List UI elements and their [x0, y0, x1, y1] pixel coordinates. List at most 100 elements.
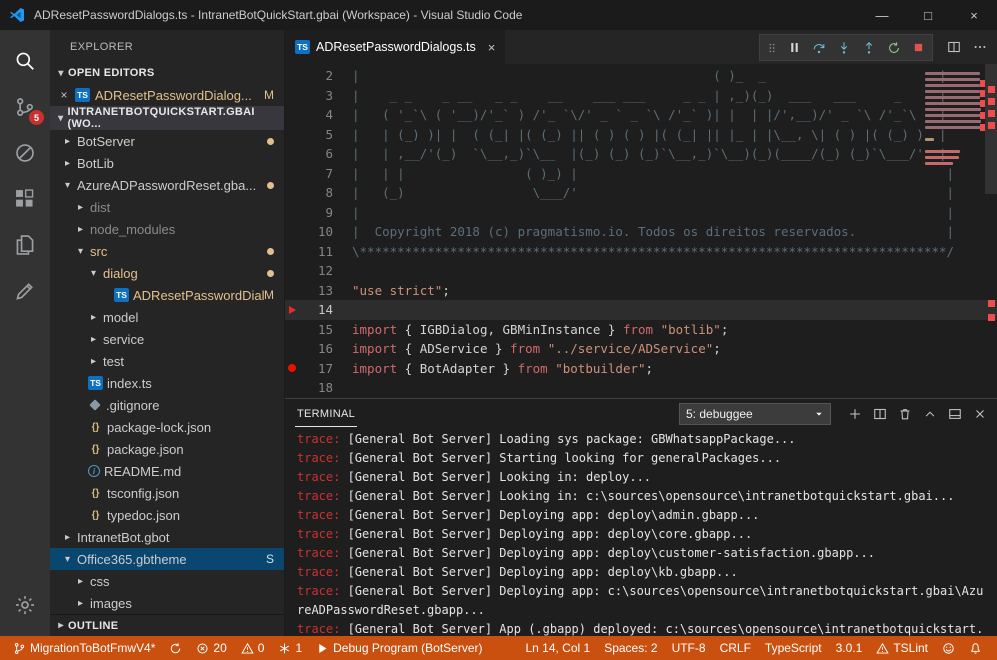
status-errors[interactable]: 20	[189, 636, 233, 660]
tree-item[interactable]: ▸images	[50, 592, 284, 614]
new-terminal-icon[interactable]	[848, 407, 862, 421]
stop-button[interactable]	[912, 41, 925, 54]
tree-item[interactable]: {}package.json	[50, 438, 284, 460]
status-sync[interactable]	[162, 636, 189, 660]
pause-button[interactable]	[788, 41, 801, 54]
gutter-margin[interactable]	[285, 86, 301, 106]
status-warnings[interactable]: 0	[234, 636, 272, 660]
gutter-margin[interactable]	[285, 320, 301, 340]
code-line[interactable]: 18	[285, 378, 997, 398]
tree-item[interactable]: iREADME.md	[50, 460, 284, 482]
gutter-margin[interactable]	[285, 203, 301, 223]
gutter-margin[interactable]	[285, 144, 301, 164]
split-terminal-icon[interactable]	[873, 407, 887, 421]
code-line[interactable]: 17import { BotAdapter } from "botbuilder…	[285, 359, 997, 379]
gutter-margin[interactable]	[285, 261, 301, 281]
restart-button[interactable]	[887, 41, 901, 55]
status-feedback[interactable]	[935, 636, 962, 660]
status-language-mode[interactable]: TypeScript	[758, 636, 829, 660]
minimize-button[interactable]: —	[859, 0, 905, 30]
gutter-margin[interactable]	[285, 281, 301, 301]
tree-item[interactable]: ▸dist	[50, 196, 284, 218]
code-line[interactable]: 15import { IGBDialog, GBMinInstance } fr…	[285, 320, 997, 340]
tree-item[interactable]: ▸model	[50, 306, 284, 328]
status-debug-program[interactable]: Debug Program (BotServer)	[309, 636, 489, 660]
tree-item[interactable]: ▾src	[50, 240, 284, 262]
code-line[interactable]: 2| ( )_ _ |	[285, 66, 997, 86]
breakpoint-marker[interactable]	[285, 359, 301, 379]
toggle-panel-icon[interactable]	[948, 407, 962, 421]
step-into-button[interactable]	[837, 41, 851, 55]
status-notifications[interactable]	[962, 636, 989, 660]
tab-adresetpassworddialogs[interactable]: TS ADResetPasswordDialogs.ts ×	[285, 30, 506, 64]
gutter-margin[interactable]	[285, 66, 301, 86]
current-statement-marker[interactable]	[285, 300, 301, 320]
settings-button[interactable]	[0, 582, 50, 628]
open-editors-header[interactable]: ▾ OPEN EDITORS	[50, 62, 284, 84]
code-line[interactable]: 14	[285, 300, 997, 320]
activity-item-search[interactable]	[0, 38, 50, 84]
gutter-margin[interactable]	[285, 105, 301, 125]
tree-item[interactable]: {}package-lock.json	[50, 416, 284, 438]
close-tab-icon[interactable]: ×	[488, 40, 496, 55]
code-line[interactable]: 7| | | ( )_) | |	[285, 164, 997, 184]
tree-item[interactable]: TSADResetPasswordDial...M	[50, 284, 284, 306]
outline-header[interactable]: ▸ OUTLINE	[50, 614, 284, 636]
code-line[interactable]: 9| |	[285, 203, 997, 223]
step-over-button[interactable]	[812, 41, 826, 55]
status-git-branch[interactable]: MigrationToBotFmwV4*	[6, 636, 162, 660]
workspace-header[interactable]: ▾ INTRANETBOTQUICKSTART.GBAI (WO...	[50, 106, 284, 130]
tree-item[interactable]: ▸service	[50, 328, 284, 350]
activity-item-extensions[interactable]	[0, 176, 50, 222]
tree-item[interactable]: .gitignore	[50, 394, 284, 416]
code-line[interactable]: 13"use strict";	[285, 281, 997, 301]
code-line[interactable]: 16import { ADService } from "../service/…	[285, 339, 997, 359]
tree-item[interactable]: {}tsconfig.json	[50, 482, 284, 504]
step-out-button[interactable]	[862, 41, 876, 55]
gutter-margin[interactable]	[285, 164, 301, 184]
status-encoding[interactable]: UTF-8	[665, 636, 713, 660]
activity-item-debug[interactable]	[0, 130, 50, 176]
split-editor-icon[interactable]	[947, 40, 961, 54]
gutter-margin[interactable]	[285, 183, 301, 203]
maximize-button[interactable]: □	[905, 0, 951, 30]
more-actions-icon[interactable]	[973, 40, 987, 54]
close-button[interactable]: ×	[951, 0, 997, 30]
tree-item[interactable]: ▸test	[50, 350, 284, 372]
tree-item[interactable]: ▸node_modules	[50, 218, 284, 240]
tree-item[interactable]: ▸css	[50, 570, 284, 592]
tree-item[interactable]: ▸BotLib	[50, 152, 284, 174]
code-line[interactable]: 5| | (_) )| | ( (_| |( (_) || ( ) ( ) |(…	[285, 125, 997, 145]
gutter-margin[interactable]	[285, 339, 301, 359]
status-indentation[interactable]: Spaces: 2	[597, 636, 664, 660]
status-cursor-position[interactable]: Ln 14, Col 1	[518, 636, 597, 660]
tree-item[interactable]: ▾dialog	[50, 262, 284, 284]
gutter-margin[interactable]	[285, 222, 301, 242]
gutter-margin[interactable]	[285, 378, 301, 398]
status-tslint[interactable]: TSLint	[869, 636, 935, 660]
code-line[interactable]: 11\*************************************…	[285, 242, 997, 262]
terminal-output[interactable]: trace: [General Bot Server] Loading sys …	[285, 429, 997, 636]
minimap[interactable]	[923, 64, 985, 398]
code-line[interactable]: 4| ( '_`\ ( '__)/'_` ) /'_ `\/' _ ` _ `\…	[285, 105, 997, 125]
activity-item-files[interactable]	[0, 222, 50, 268]
tree-item[interactable]: ▾Office365.gbthemeS	[50, 548, 284, 570]
open-editor-item[interactable]: ×TSADResetPasswordDialog...M	[50, 84, 284, 106]
close-editor-icon[interactable]: ×	[58, 88, 70, 102]
tree-item[interactable]: TSindex.ts	[50, 372, 284, 394]
terminal-selector[interactable]: 5: debuggee	[679, 403, 831, 425]
activity-item-edit[interactable]	[0, 268, 50, 314]
gutter-margin[interactable]	[285, 125, 301, 145]
tree-item[interactable]: ▾AzureADPasswordReset.gba...	[50, 174, 284, 196]
tab-terminal[interactable]: TERMINAL	[295, 401, 357, 427]
status-version[interactable]: 3.0.1	[829, 636, 870, 660]
code-line[interactable]: 10| Copyright 2018 (c) pragmatismo.io. T…	[285, 222, 997, 242]
code-editor[interactable]: 2| ( )_ _ |3| _ _ _ __ _ _ __ ___ ___ _ …	[285, 64, 997, 398]
editor-scrollbar[interactable]	[985, 64, 997, 194]
code-line[interactable]: 8| (_) \___/' |	[285, 183, 997, 203]
activity-item-source-control[interactable]: 5	[0, 84, 50, 130]
code-line[interactable]: 12	[285, 261, 997, 281]
tree-item[interactable]: ▸IntranetBot.gbot	[50, 526, 284, 548]
code-line[interactable]: 6| | ,__/'(_) `\__,_)`\__ |(_) (_) (_)`\…	[285, 144, 997, 164]
gutter-margin[interactable]	[285, 242, 301, 262]
